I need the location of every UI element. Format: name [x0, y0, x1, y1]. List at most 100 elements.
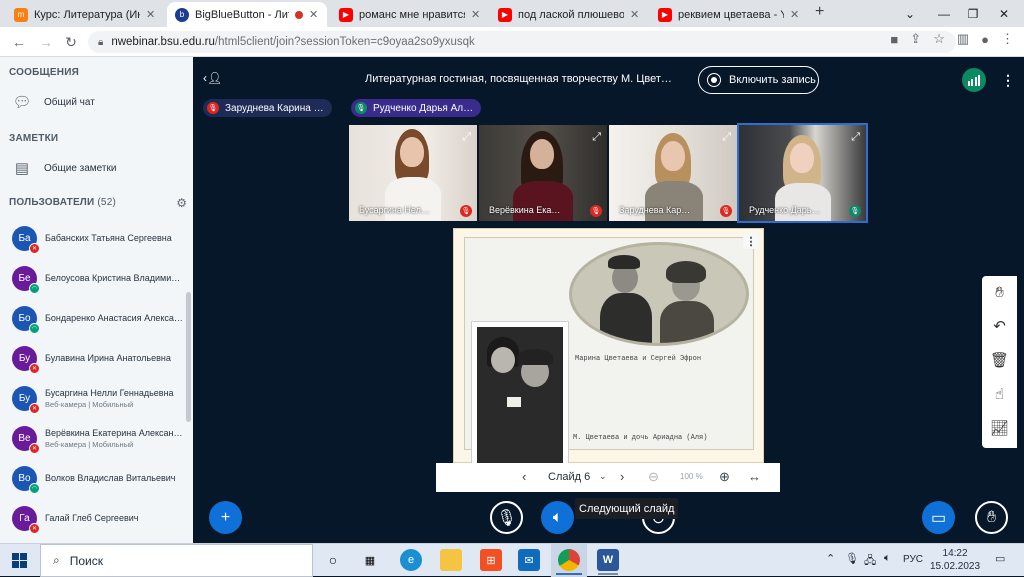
close-icon[interactable]: ✕	[146, 8, 156, 21]
taskbar-search[interactable]: ⌕ Поиск	[40, 544, 313, 577]
tab-title: Курс: Литература (Инжи	[34, 8, 140, 21]
url-field[interactable]: 🔒︎ nwebinar.bsu.edu.ru/html5client/join?…	[88, 31, 956, 53]
trash-icon[interactable]: 🗑︎	[987, 347, 1012, 372]
reload-button[interactable]: ↻	[60, 31, 82, 53]
cortana-icon[interactable]: ○	[322, 549, 344, 571]
mute-mic-button[interactable]: 🎙︎	[490, 501, 523, 534]
user-list-item[interactable]: Бу ✕ Булавина Ирина Анатольевна	[12, 340, 192, 376]
user-info: Булавина Ирина Анатольевна	[45, 353, 171, 363]
chevron-down-icon[interactable]: ⌄	[599, 471, 607, 482]
user-device-info: Веб-камера | Мобильный	[45, 439, 134, 449]
user-info: Бондаренко Анастасия Алекса…	[45, 313, 183, 323]
avatar: Бу ✕	[12, 345, 40, 374]
user-list-item[interactable]: Ве ✕ Верёвкина Екатерина Алексан… Веб-камер…	[12, 420, 192, 456]
taskbar-clock[interactable]: 14:22 15.02.2023	[930, 547, 980, 573]
network-icon[interactable]: 🖧︎	[864, 552, 876, 571]
undo-icon[interactable]: ↶	[987, 313, 1012, 338]
shared-notes-item[interactable]: ▤ Общие заметки	[12, 159, 117, 177]
video-name: Верёвкина Ека…	[489, 205, 561, 215]
user-list-item[interactable]: Бе ◠ Белоусова Кристина Владими…	[12, 260, 192, 296]
gear-icon[interactable]: ⚙	[176, 196, 187, 210]
youtube-icon: ▶	[498, 7, 512, 22]
windows-start-icon[interactable]	[12, 553, 27, 568]
slide-options-icon[interactable]: ⋮	[743, 233, 759, 249]
profile-icon[interactable]: ●	[981, 32, 989, 47]
browser-tab-4[interactable]: ▶ под лаской плюшевого ✕	[490, 2, 648, 27]
file-explorer-icon[interactable]	[440, 549, 462, 571]
actions-plus-button[interactable]: +	[209, 501, 242, 534]
video-tile-2[interactable]: Верёвкина Ека… ⤢ 🎙︎	[479, 125, 607, 221]
browser-tab-3[interactable]: ▶ романс мне нравится чт ✕	[331, 2, 489, 27]
forward-button[interactable]: →	[35, 31, 57, 53]
options-menu-icon[interactable]: ⋮	[1001, 72, 1015, 89]
prev-slide-icon[interactable]: ‹	[522, 469, 526, 484]
toggle-userlist-icon[interactable]: ‹👤︎	[203, 71, 222, 85]
close-icon[interactable]: ✕	[630, 8, 640, 21]
store-icon[interactable]: ⊞	[480, 549, 502, 571]
talking-indicator-1[interactable]: 🎙︎ Заруднева Карина …	[203, 99, 332, 117]
tray-mic-icon[interactable]: 🎙︎	[845, 552, 859, 565]
multi-user-icon[interactable]: ☝︎	[987, 381, 1012, 406]
connection-status-icon[interactable]	[962, 68, 986, 92]
fullscreen-icon[interactable]: ⤢	[592, 131, 601, 144]
video-tile-3[interactable]: Заруднева Кар… ⤢ 🎙︎	[609, 125, 737, 221]
zoom-out-icon[interactable]: ⊖	[648, 469, 659, 485]
browser-tab-2[interactable]: b BigBlueButton - Лите ✕	[167, 2, 327, 27]
window-close-button[interactable]: ✕	[982, 0, 1024, 27]
avatar-initials: Ве	[18, 432, 31, 444]
fit-width-icon[interactable]: ↔	[748, 469, 761, 484]
mail-icon[interactable]: ✉	[518, 549, 540, 571]
record-label: Включить запись	[729, 74, 816, 86]
user-list-item[interactable]: Во ◠ Волков Владислав Витальевич	[12, 460, 192, 496]
edge-icon[interactable]: e	[400, 549, 422, 571]
fullscreen-icon[interactable]: ⤢	[851, 131, 860, 144]
slide-frame: Марина Цветаева и Сергей Эфрон М. Цветае…	[464, 237, 754, 471]
tray-chevron-icon[interactable]: ⌃	[826, 552, 835, 565]
audio-button[interactable]: 🔈︎	[541, 501, 574, 534]
raise-hand-button[interactable]: ✋︎	[975, 501, 1008, 534]
close-icon[interactable]: ✕	[790, 8, 800, 21]
word-icon[interactable]: W	[597, 549, 619, 571]
record-button[interactable]: Включить запись	[698, 66, 819, 94]
task-view-icon[interactable]: ▦	[359, 549, 381, 571]
browser-tab-1[interactable]: m Курс: Литература (Инжи ✕	[6, 2, 164, 27]
chrome-icon[interactable]	[558, 549, 580, 571]
back-button[interactable]: ←	[8, 31, 30, 53]
notifications-icon[interactable]: ▭	[995, 552, 1005, 565]
avatar: Бу ✕	[12, 385, 40, 414]
language-indicator[interactable]: РУС	[903, 554, 923, 565]
menu-icon[interactable]: ⋮	[1001, 31, 1014, 47]
moodle-icon: m	[14, 7, 28, 22]
sidebar-icon[interactable]: ▥	[957, 31, 969, 47]
browser-tab-5[interactable]: ▶ реквием цветаева - YouT ✕	[650, 2, 808, 27]
close-icon[interactable]: ✕	[471, 8, 481, 21]
user-list-item[interactable]: Бу ✕ Бусаргина Нелли Геннадьевна Веб-камера…	[12, 380, 192, 416]
share-icon[interactable]: ⇪	[910, 31, 921, 47]
tab-title: романс мне нравится чт	[359, 8, 465, 21]
volume-icon[interactable]: 🔈︎	[884, 552, 891, 565]
video-tile-1[interactable]: Бусаргина Нел… ⤢ 🎙︎	[349, 125, 477, 221]
video-tile-4[interactable]: Рудченко Дарь… ⤢ 🎙︎	[737, 123, 868, 223]
hand-tool-icon[interactable]: ✋︎	[987, 280, 1012, 305]
public-chat-item[interactable]: 💬︎ Общий чат	[12, 93, 94, 111]
user-list-item[interactable]: Га ✕ Галай Глеб Сергеевич	[12, 500, 192, 536]
zoom-in-icon[interactable]: ⊕	[719, 469, 730, 485]
fullscreen-icon[interactable]: ⤢	[462, 131, 471, 144]
chart-icon[interactable]: 📈︎	[987, 415, 1012, 440]
close-icon[interactable]: ✕	[309, 8, 319, 21]
new-tab-button[interactable]: +	[815, 3, 824, 21]
camera-icon[interactable]: ■	[890, 32, 898, 47]
scrollbar[interactable]	[186, 292, 191, 422]
slide-selector[interactable]: Слайд 6	[548, 471, 590, 483]
user-list-item[interactable]: Бо ◠ Бондаренко Анастасия Алекса…	[12, 300, 192, 336]
fullscreen-icon[interactable]: ⤢	[722, 131, 731, 144]
next-slide-icon[interactable]: ›	[620, 469, 624, 484]
user-list-item[interactable]: Ба ✕ Бабанских Татьяна Сергеевна	[12, 220, 192, 256]
listen-only-icon: ◠	[29, 482, 40, 494]
avatar: Га ✕	[12, 505, 40, 534]
presentation-button[interactable]: ▭	[922, 501, 955, 534]
video-name: Бусаргина Нел…	[359, 205, 430, 215]
talking-indicator-2[interactable]: 🎙︎ Рудченко Дарья Ал…	[351, 99, 482, 117]
bookmark-star-icon[interactable]: ☆	[933, 31, 945, 47]
shared-notes-label: Общие заметки	[44, 162, 117, 174]
